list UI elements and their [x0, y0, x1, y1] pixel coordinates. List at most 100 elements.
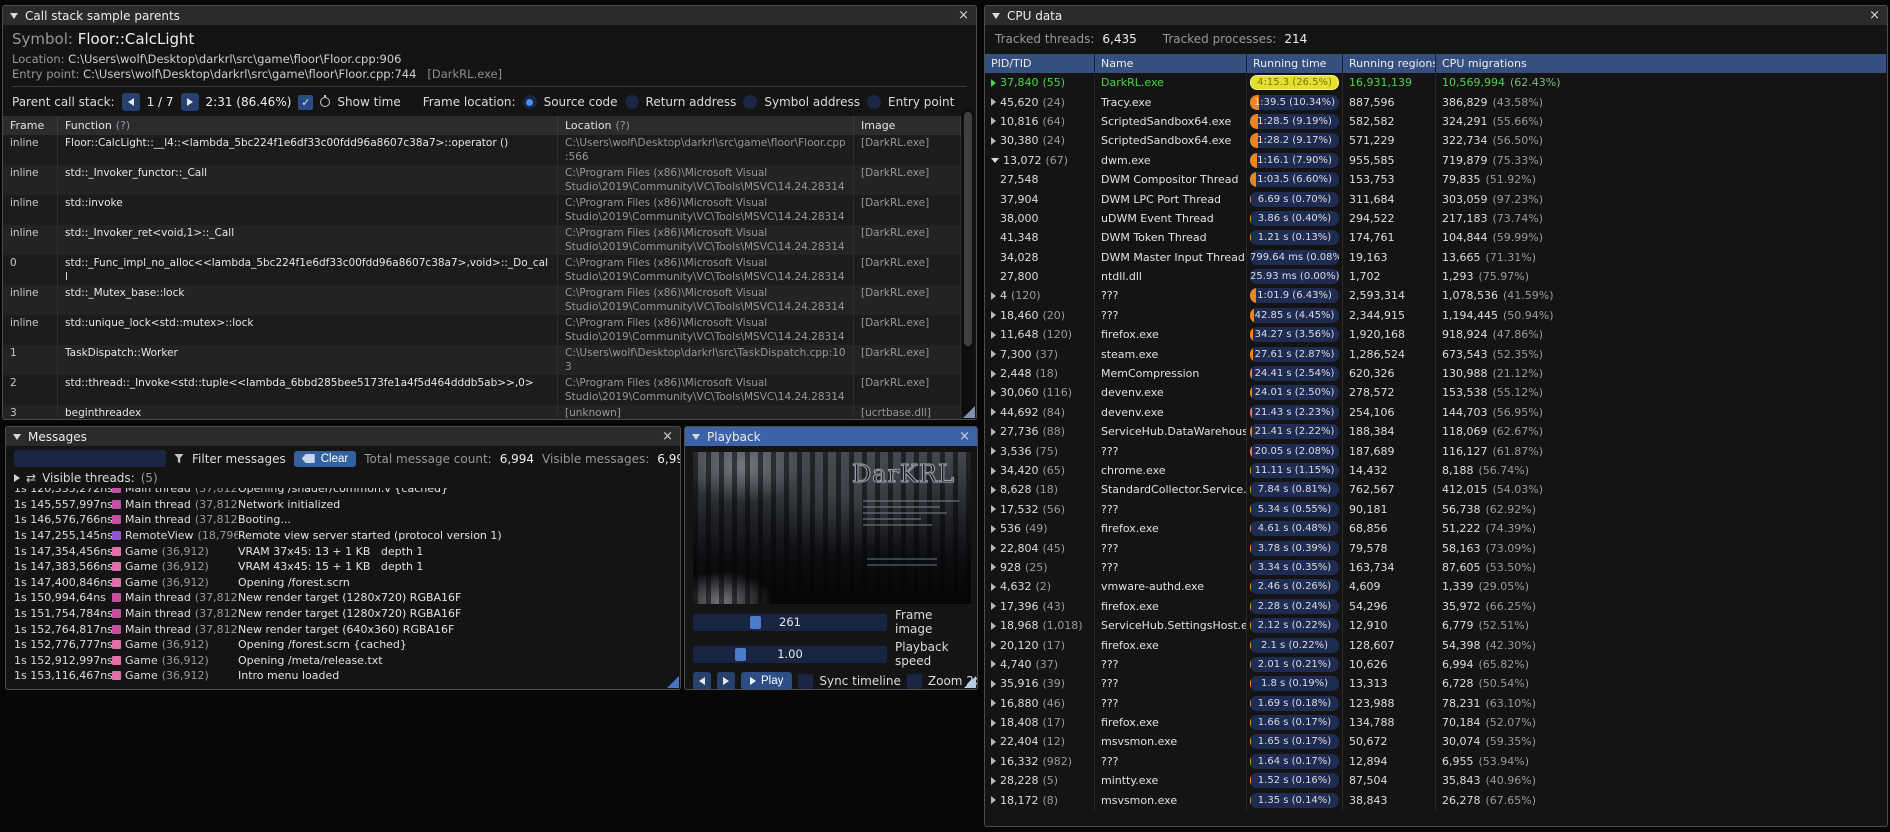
expand-row-icon[interactable]: [991, 369, 996, 378]
clear-filter-button[interactable]: Clear: [293, 450, 357, 467]
expand-row-icon[interactable]: [991, 699, 996, 708]
playback-speed-slider[interactable]: 1.00: [693, 645, 887, 663]
message-row[interactable]: 1s 147,255,145nsRemoteView(18,796)Remote…: [6, 528, 680, 544]
expand-row-icon[interactable]: [991, 660, 996, 669]
callstack-row[interactable]: inline std::_Mutex_base::lock C:\Program F…: [3, 285, 961, 315]
expand-row-icon[interactable]: [991, 291, 996, 300]
column-header-running-regions[interactable]: Running regions: [1343, 54, 1436, 73]
cpu-row[interactable]: 3,536 (75)??? 20.05 s (2.08%) 187,689 116,12…: [985, 441, 1887, 461]
message-row[interactable]: 1s 147,400,846ns Game (36,912) Opening /for…: [6, 575, 680, 591]
next-callstack-button[interactable]: [180, 93, 199, 111]
collapse-icon[interactable]: [692, 433, 700, 440]
messages-titlebar[interactable]: Messages ×: [6, 427, 680, 446]
expand-row-icon[interactable]: [991, 679, 996, 688]
message-row[interactable]: 1s 152,776,777ns Game (36,912) Opening /for…: [6, 637, 680, 653]
expand-row-icon[interactable]: [991, 136, 996, 145]
close-icon[interactable]: ×: [959, 430, 970, 443]
cpu-row[interactable]: 20,120 (17) firefox.exe 2.1 s (0.22%) 128,60…: [985, 635, 1887, 655]
sync-timeline-checkbox[interactable]: [798, 673, 814, 689]
message-row[interactable]: 1s 146,576,766ns Main thread (37,812) Booti…: [6, 512, 680, 528]
expand-row-icon[interactable]: [991, 563, 996, 572]
cpu-row[interactable]: 18,172 (8) msvsmon.exe 1.35 s (0.14%) 38,843…: [985, 790, 1887, 810]
expand-row-icon[interactable]: [991, 388, 996, 397]
callstack-row[interactable]: inline std::_Invoker_functor::_Call C:\Pro…: [3, 165, 961, 195]
resize-grip[interactable]: [667, 676, 679, 688]
message-row[interactable]: 1s 145,557,997ns Main thread (37,812) Netwo…: [6, 497, 680, 513]
expand-row-icon[interactable]: [991, 447, 996, 456]
cpu-row[interactable]: 37,904 DWM LPC Port Thread 6.69 s (0.70%) 3…: [985, 189, 1887, 209]
callstack-row[interactable]: inline std::_Invoker_ret<void,1>::_Call C:…: [3, 225, 961, 255]
cpu-row[interactable]: 45,620 (24) Tracy.exe 1:39.5 (10.34%) 887,59…: [985, 92, 1887, 112]
column-header-pid-tid[interactable]: PID/TID: [985, 54, 1095, 73]
visible-threads-label[interactable]: Visible threads:: [42, 471, 135, 485]
message-row[interactable]: 1s 151,754,784ns Main thread (37,812) New r…: [6, 606, 680, 622]
column-header-frame[interactable]: Frame: [3, 116, 58, 135]
column-header-cpu-migrations[interactable]: CPU migrations: [1436, 54, 1887, 73]
radio-return-address[interactable]: [624, 95, 639, 109]
message-filter-input[interactable]: [14, 450, 166, 467]
cpu-row[interactable]: 30,380 (24) ScriptedSandbox64.exe 1:28.2 (9…: [985, 131, 1887, 151]
cpu-row[interactable]: 10,816 (64) ScriptedSandbox64.exe 1:28.5 (9…: [985, 111, 1887, 132]
cpu-row[interactable]: 30,060 (116) devenv.exe 24.01 s (2.50%) 278,…: [985, 383, 1887, 403]
cpu-row[interactable]: 38,000 uDWM Event Thread 3.86 s (0.40%) 294…: [985, 208, 1887, 229]
prev-callstack-button[interactable]: [121, 93, 140, 111]
radio-source-code[interactable]: [522, 95, 537, 109]
cpu-row[interactable]: 17,532 (56)??? 5.34 s (0.55%) 90,181 56,738 (…: [985, 499, 1887, 519]
cpu-row[interactable]: 22,804 (45)??? 3.78 s (0.39%) 79,578 58,163 (…: [985, 538, 1887, 558]
cpu-row[interactable]: 16,880 (46)??? 1.69 s (0.18%) 123,988 78,231…: [985, 693, 1887, 713]
resize-grip[interactable]: [964, 676, 976, 688]
collapse-icon[interactable]: [10, 12, 18, 19]
expand-row-icon[interactable]: [991, 621, 996, 630]
expand-row-icon[interactable]: [991, 505, 996, 514]
cpu-row[interactable]: 4,632 (2) vmware-authd.exe 2.46 s (0.26%) 4,…: [985, 577, 1887, 597]
scrollbar-thumb[interactable]: [964, 112, 972, 347]
expand-row-icon[interactable]: [991, 776, 996, 785]
close-icon[interactable]: ×: [958, 9, 969, 22]
cpu-row[interactable]: 928 (25)??? 3.34 s (0.35%) 163,734 87,605 (53…: [985, 557, 1887, 578]
message-row[interactable]: 1s 150,994,64ns Main thread (37,812) New re…: [6, 590, 680, 606]
message-row[interactable]: 1s 153,116,467ns Game (36,912) Intro menu l…: [6, 668, 680, 684]
column-header-function[interactable]: Function (?): [58, 116, 558, 135]
cpu-row[interactable]: 2,448 (18) MemCompression 24.41 s (2.54%) 62…: [985, 363, 1887, 384]
column-header-image[interactable]: Image: [854, 116, 961, 135]
expand-row-icon[interactable]: [991, 757, 996, 766]
expand-row-icon[interactable]: [991, 796, 996, 805]
message-row[interactable]: 1s 152,912,997ns Game (36,912) Opening /met…: [6, 653, 680, 669]
cpu-row[interactable]: 28,228 (5) mintty.exe 1.52 s (0.16%) 87,504 3…: [985, 771, 1887, 791]
expand-row-icon[interactable]: [991, 737, 996, 746]
cpu-row[interactable]: 8,628 (18) StandardCollector.Service.e 7.84…: [985, 480, 1887, 500]
expand-row-icon[interactable]: [991, 544, 996, 553]
cpu-row[interactable]: 34,028 DWM Master Input Thread 799.64 ms (…: [985, 247, 1887, 267]
play-button[interactable]: Play: [741, 672, 793, 689]
callstack-titlebar[interactable]: Call stack sample parents ×: [3, 6, 976, 25]
cpu-row[interactable]: 4 (120)??? 1:01.9 (6.43%) 2,593,314 1,078,53…: [985, 286, 1887, 306]
cpu-row[interactable]: 4,740 (37)??? 2.01 s (0.21%) 10,626 6,994 (65…: [985, 654, 1887, 675]
cpu-row[interactable]: 41,348 DWM Token Thread 1.21 s (0.13%) 174,…: [985, 228, 1887, 248]
callstack-row[interactable]: inline Floor::CalcLight::__l4::<lambda_5b…: [3, 135, 961, 165]
expand-row-icon[interactable]: [991, 330, 996, 339]
cpu-row[interactable]: 18,968 (1,018) ServiceHub.SettingsHost.ex 2…: [985, 615, 1887, 636]
expand-row-icon[interactable]: [991, 485, 996, 494]
resize-grip[interactable]: [963, 406, 975, 418]
expand-row-icon[interactable]: [991, 641, 996, 650]
cpu-row[interactable]: 37,840 (55) DarkRL.exe 4:15.3 (26.5%) 16,931…: [985, 73, 1887, 93]
cpu-row[interactable]: 35,916 (39)??? 1.8 s (0.19%) 13,313 6,728 (50…: [985, 674, 1887, 694]
zoom-2x-checkbox[interactable]: [906, 673, 922, 689]
message-row[interactable]: 1s 147,383,566ns Game (36,912) VRAM 43x45: …: [6, 559, 680, 575]
close-icon[interactable]: ×: [1869, 9, 1880, 22]
expand-row-icon[interactable]: [991, 408, 996, 417]
playback-titlebar[interactable]: Playback ×: [685, 427, 977, 446]
callstack-row[interactable]: inline std::invoke C:\Program Files (x86)\…: [3, 195, 961, 225]
expand-row-icon[interactable]: [991, 718, 996, 727]
cpu-row[interactable]: 18,408 (17) firefox.exe 1.66 s (0.17%) 134,7…: [985, 712, 1887, 733]
cpu-titlebar[interactable]: CPU data ×: [985, 6, 1887, 25]
cpu-row[interactable]: 536 (49) firefox.exe 4.61 s (0.48%) 68,856 51…: [985, 518, 1887, 539]
next-frame-button[interactable]: [717, 672, 735, 689]
expand-row-icon[interactable]: [991, 117, 996, 126]
collapse-icon[interactable]: [992, 12, 1000, 19]
radio-entry-point[interactable]: [867, 95, 881, 109]
collapse-row-icon[interactable]: [991, 157, 999, 163]
expand-row-icon[interactable]: [991, 78, 996, 87]
cpu-row[interactable]: 27,736 (88) ServiceHub.DataWarehouse 21.41 …: [985, 422, 1887, 442]
frame-image-slider[interactable]: 261: [693, 613, 887, 631]
